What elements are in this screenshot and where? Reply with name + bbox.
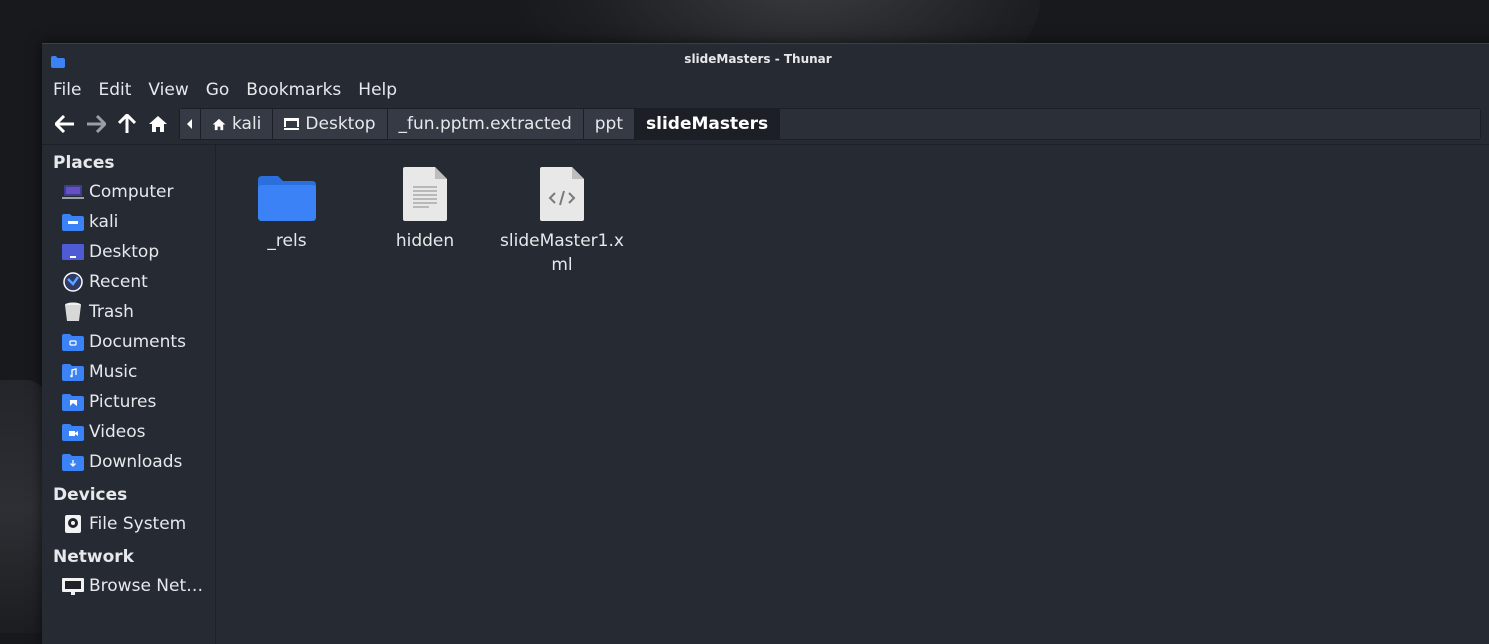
forward-button[interactable]	[82, 110, 110, 138]
sidebar-item-desktop[interactable]: Desktop	[42, 237, 215, 267]
sidebar-item-browse-network[interactable]: Browse Net…	[42, 571, 215, 601]
breadcrumb-scroll-left[interactable]	[180, 109, 201, 139]
sidebar-item-trash[interactable]: Trash	[42, 297, 215, 327]
breadcrumb-desktop[interactable]: Desktop	[273, 109, 388, 139]
sidebar-item-label: kali	[89, 212, 119, 232]
sidebar-item-videos[interactable]: Videos	[42, 417, 215, 447]
sidebar-item-kali[interactable]: kali	[42, 207, 215, 237]
breadcrumb-slidemasters[interactable]: slideMasters	[635, 109, 781, 139]
trash-icon	[62, 302, 84, 321]
home-icon	[212, 118, 226, 131]
pictures-folder-icon	[62, 393, 84, 411]
titlebar[interactable]: slideMasters - Thunar	[42, 44, 1489, 74]
home-button[interactable]	[144, 110, 172, 138]
menu-go[interactable]: Go	[206, 80, 230, 100]
menu-view[interactable]: View	[148, 80, 188, 100]
downloads-folder-icon	[62, 453, 84, 471]
network-icon	[62, 577, 84, 595]
sidebar-item-documents[interactable]: Documents	[42, 327, 215, 357]
folder-icon	[258, 176, 316, 221]
desktop-icon	[62, 243, 84, 261]
breadcrumb-label: slideMasters	[646, 114, 769, 134]
sidebar-item-label: File System	[89, 514, 187, 534]
file-name: _rels	[267, 231, 307, 251]
home-folder-icon	[62, 213, 84, 231]
file-item[interactable]: hidden	[360, 159, 490, 253]
sidebar-item-label: Pictures	[89, 392, 157, 412]
sidebar-item-label: Computer	[89, 182, 174, 202]
sidebar-item-pictures[interactable]: Pictures	[42, 387, 215, 417]
breadcrumb-ppt[interactable]: ppt	[583, 109, 635, 139]
file-name: hidden	[395, 231, 455, 251]
sidebar-item-file-system[interactable]: File System	[42, 509, 215, 539]
file-item[interactable]: _rels	[222, 159, 352, 253]
arrow-right-icon	[87, 115, 106, 133]
videos-folder-icon	[62, 423, 84, 441]
sidebar-item-label: Downloads	[89, 452, 183, 472]
drive-icon	[62, 515, 84, 533]
breadcrumb: kali Desktop _fun.pptm.extracted ppt sli…	[179, 108, 1481, 140]
music-folder-icon	[62, 363, 84, 381]
menubar: File Edit View Go Bookmarks Help	[42, 74, 1489, 106]
sidebar-item-computer[interactable]: Computer	[42, 177, 215, 207]
file-view[interactable]: _rels hidden slideMaster1.xml	[216, 145, 1489, 644]
sidebar-item-label: Desktop	[89, 242, 160, 262]
computer-icon	[62, 183, 84, 201]
text-file-icon	[403, 167, 447, 221]
breadcrumb-filler	[780, 109, 1480, 139]
file-item[interactable]: slideMaster1.xml	[498, 159, 626, 277]
sidebar-item-music[interactable]: Music	[42, 357, 215, 387]
window-title: slideMasters - Thunar	[684, 52, 832, 66]
sidebar-item-label: Browse Net…	[89, 576, 204, 596]
arrow-left-icon	[55, 115, 74, 133]
menu-bookmarks[interactable]: Bookmarks	[246, 80, 341, 100]
recent-icon	[62, 272, 84, 292]
sidebar-item-label: Trash	[89, 302, 134, 322]
sidebar-item-label: Videos	[89, 422, 146, 442]
breadcrumb-label: Desktop	[305, 114, 376, 134]
sidebar-item-downloads[interactable]: Downloads	[42, 447, 215, 477]
home-icon	[149, 116, 167, 132]
sidebar-item-label: Music	[89, 362, 138, 382]
thunar-window: slideMasters - Thunar File Edit View Go …	[42, 43, 1489, 644]
content-area: Places Computer kali Desktop Recent Tras…	[42, 144, 1489, 644]
sidebar: Places Computer kali Desktop Recent Tras…	[42, 145, 216, 644]
devices-heading: Devices	[53, 485, 128, 505]
menu-edit[interactable]: Edit	[98, 80, 131, 100]
back-button[interactable]	[51, 110, 79, 138]
menu-help[interactable]: Help	[358, 80, 397, 100]
file-name: slideMaster1.xml	[500, 231, 624, 275]
sidebar-item-label: Documents	[89, 332, 186, 352]
arrow-up-icon	[118, 114, 136, 133]
documents-folder-icon	[62, 333, 84, 351]
breadcrumb-extracted[interactable]: _fun.pptm.extracted	[387, 109, 584, 139]
breadcrumb-label: _fun.pptm.extracted	[398, 114, 572, 134]
network-heading: Network	[53, 547, 134, 567]
breadcrumb-kali[interactable]: kali	[201, 109, 274, 139]
sidebar-item-recent[interactable]: Recent	[42, 267, 215, 297]
desktop-icon	[284, 118, 300, 130]
menu-file[interactable]: File	[53, 80, 81, 100]
breadcrumb-label: ppt	[594, 114, 623, 134]
sidebar-item-label: Recent	[89, 272, 148, 292]
parent-folder-button[interactable]	[113, 110, 141, 138]
toolbar: kali Desktop _fun.pptm.extracted ppt sli…	[42, 106, 1489, 142]
places-heading: Places	[53, 153, 115, 173]
breadcrumb-label: kali	[232, 114, 262, 134]
xml-file-icon	[540, 167, 584, 221]
chevron-left-icon	[187, 119, 192, 129]
